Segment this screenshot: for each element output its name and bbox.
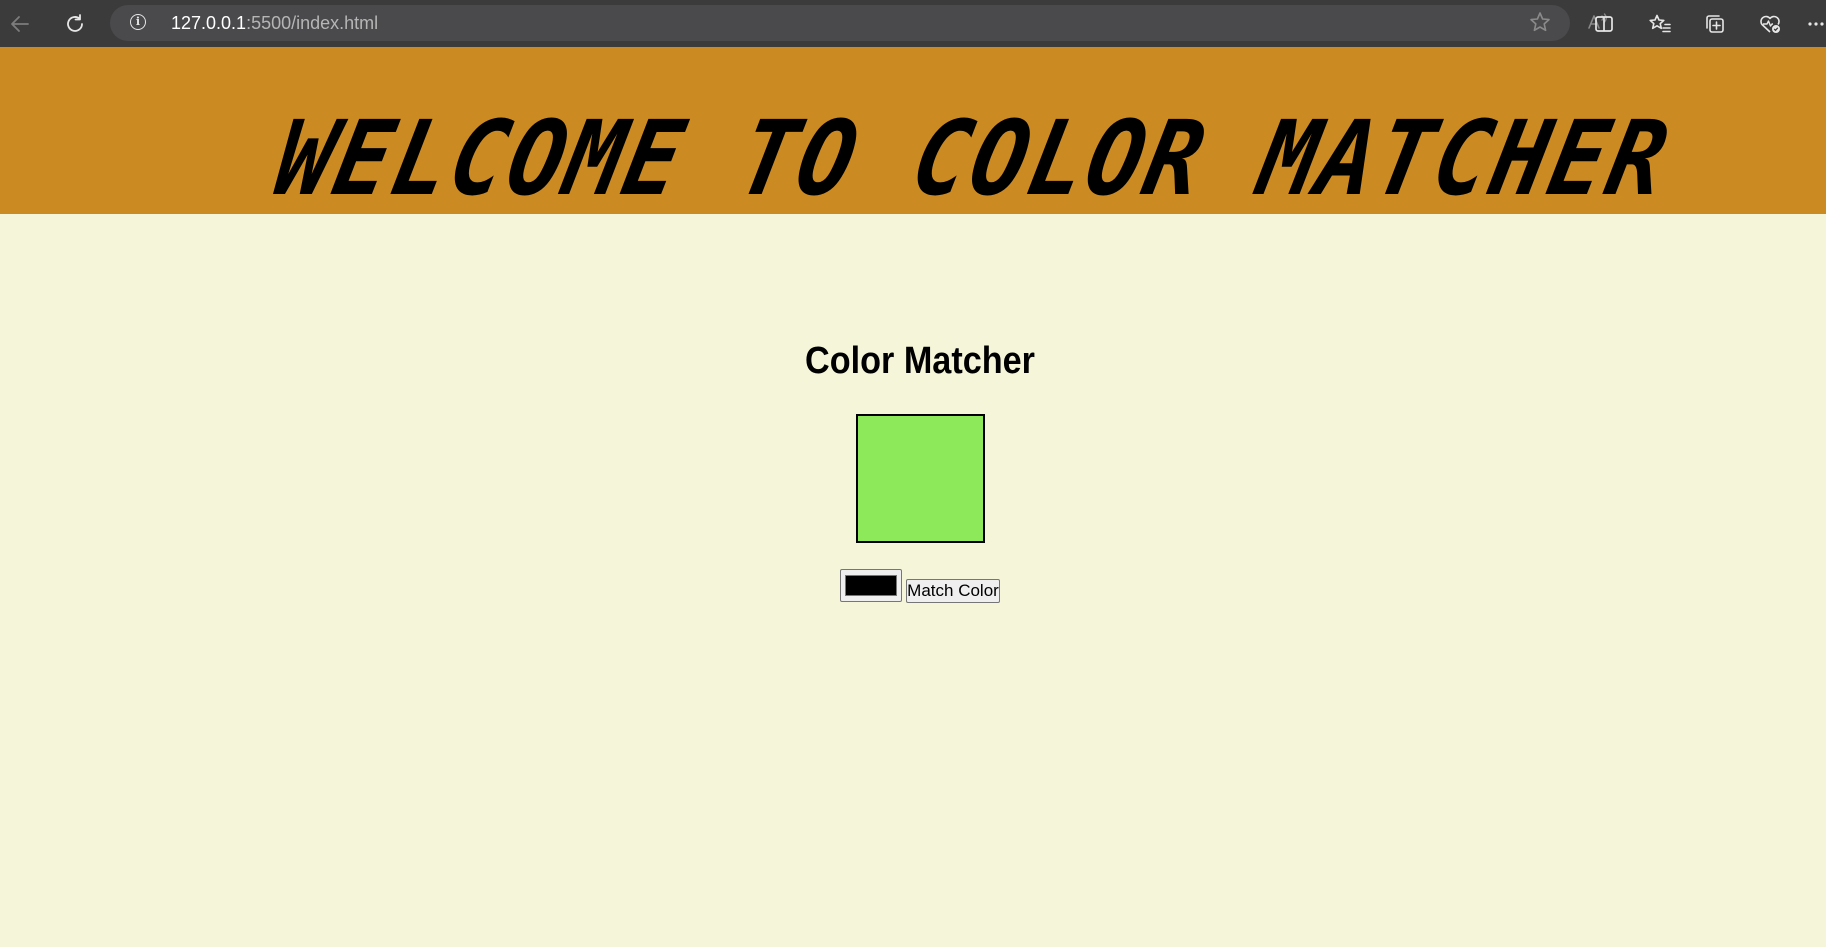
site-info-icon[interactable]: i [130, 14, 146, 30]
page-title: Color Matcher [805, 340, 1035, 382]
welcome-banner: WELCOME TO COLOR MATCHER [0, 47, 1826, 214]
back-arrow-icon [11, 16, 29, 32]
refresh-icon [67, 14, 83, 32]
back-button[interactable] [5, 9, 35, 39]
favorites-icon [1649, 14, 1671, 33]
color-picker-input[interactable] [840, 569, 902, 602]
browser-essentials-button[interactable] [1755, 9, 1785, 39]
split-screen-icon [1595, 16, 1613, 32]
target-color-swatch [856, 414, 985, 543]
favorite-button[interactable] [1525, 7, 1555, 37]
banner-title: WELCOME TO COLOR MATCHER [265, 99, 1680, 214]
collections-button[interactable] [1700, 9, 1730, 39]
more-options-icon [1808, 22, 1824, 26]
url-host: 127.0.0.1 [171, 13, 247, 33]
split-screen-button[interactable] [1589, 9, 1619, 39]
favorites-button[interactable] [1645, 9, 1675, 39]
color-picker-fill [845, 575, 897, 596]
refresh-button[interactable] [60, 9, 90, 39]
address-bar[interactable]: i 127.0.0.1:5500/index.html [110, 5, 1607, 41]
browser-essentials-icon [1760, 15, 1780, 33]
match-color-button[interactable]: Match Color [906, 579, 1000, 603]
browser-toolbar: i 127.0.0.1:5500/index.html [0, 0, 1826, 47]
url-path: :5500/index.html [246, 13, 379, 33]
favorite-star-icon [1530, 12, 1550, 32]
page-content: WELCOME TO COLOR MATCHER Color Matcher M… [0, 47, 1826, 948]
collections-icon [1706, 15, 1724, 33]
more-options-button[interactable] [1806, 9, 1826, 39]
url-text[interactable]: 127.0.0.1:5500/index.html [171, 13, 378, 33]
